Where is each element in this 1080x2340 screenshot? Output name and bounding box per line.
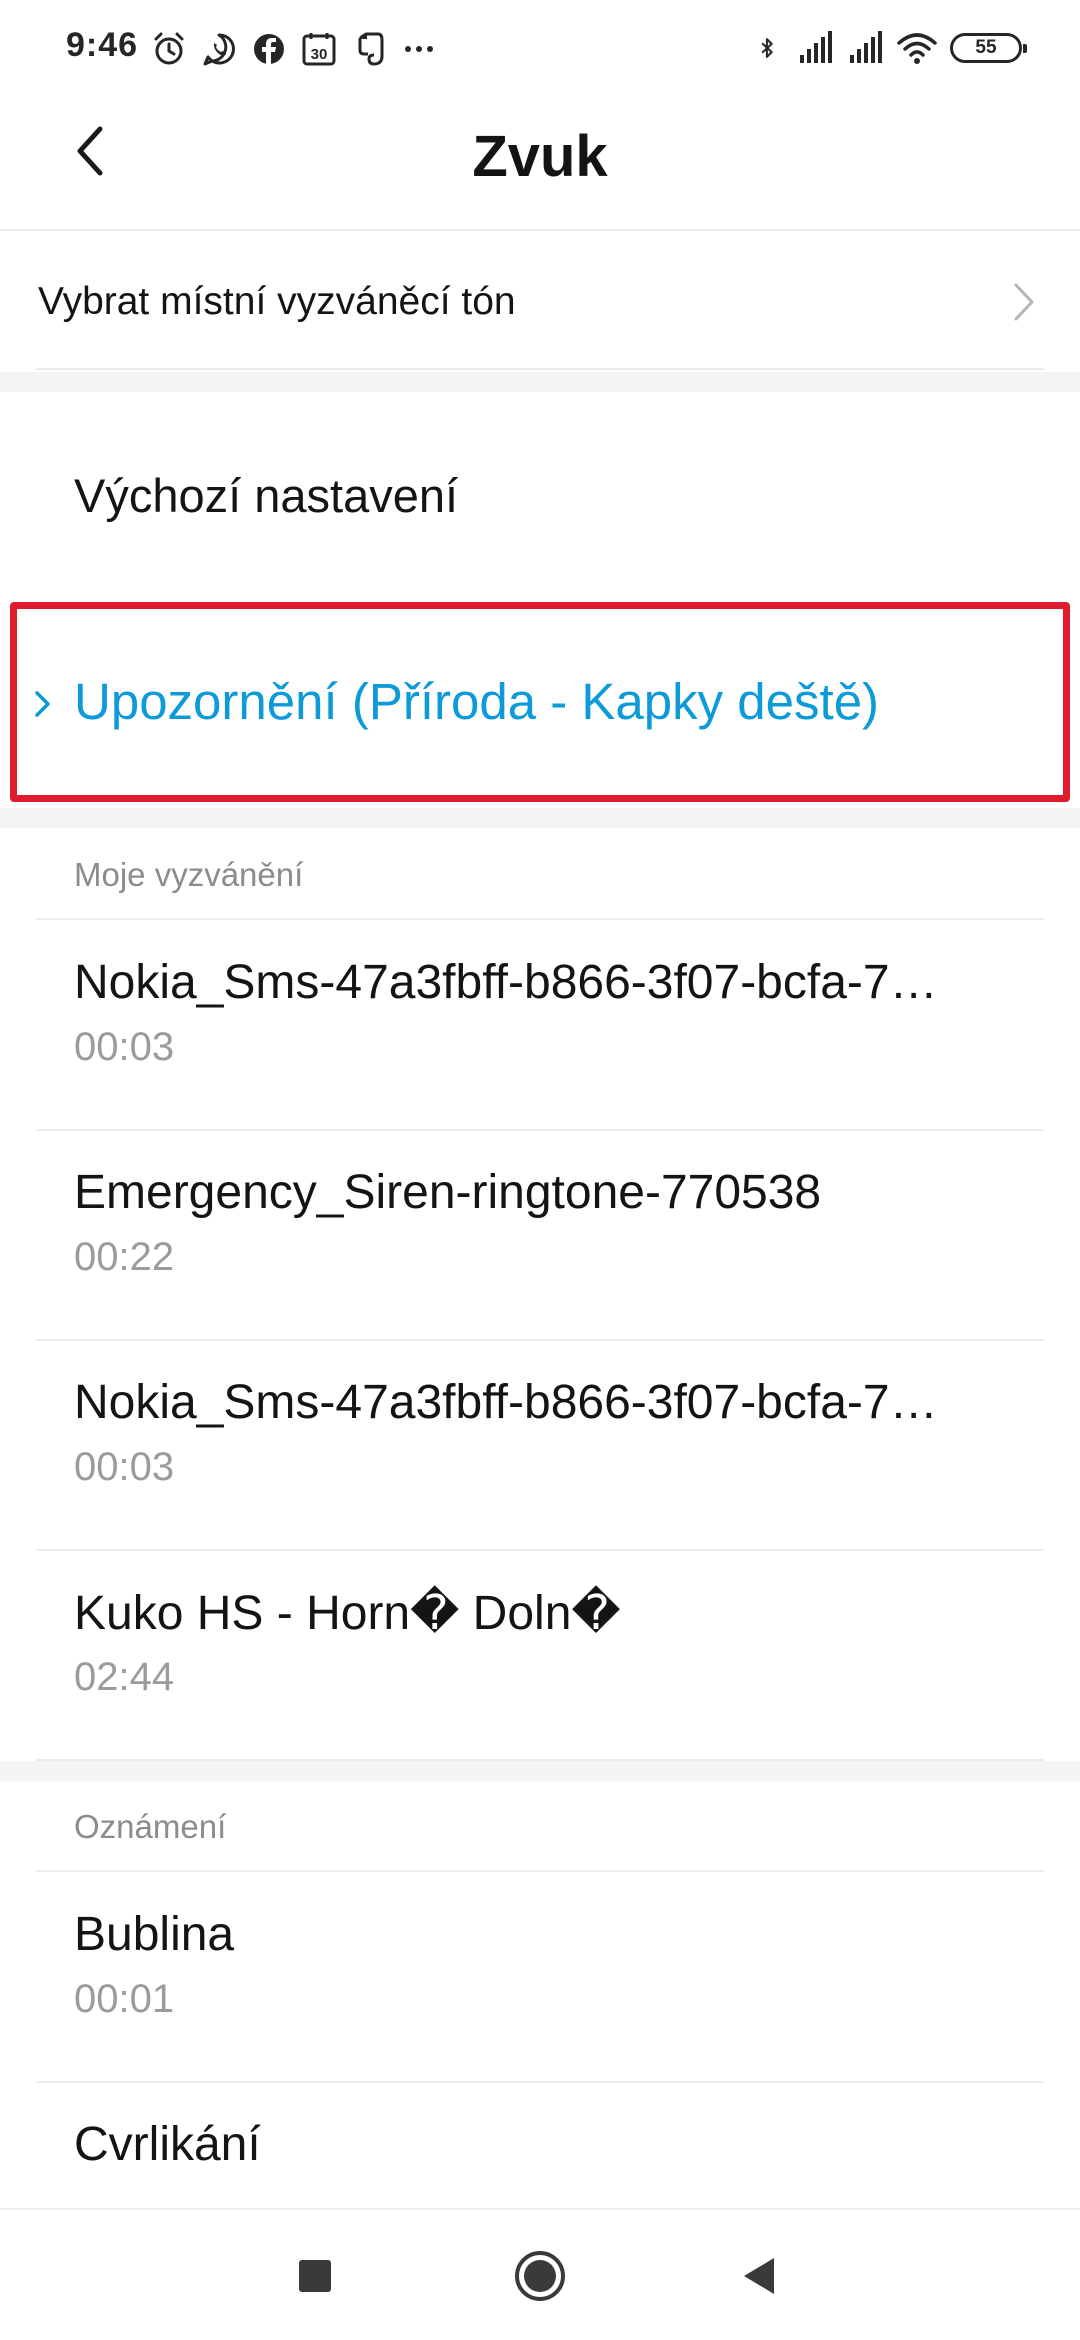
home-circle-icon: [515, 2251, 565, 2301]
calendar-icon: 30: [302, 33, 336, 66]
ringtone-name: Nokia_Sms-47a3fbff-b866-3f07-bcfa-7…: [74, 956, 938, 1009]
notification-sound-duration: 00:01: [74, 1977, 175, 2021]
evernote-icon: [358, 32, 384, 66]
ringtone-duration: 00:03: [74, 1445, 175, 1489]
page-title: Zvuk: [472, 124, 608, 189]
recents-button[interactable]: [275, 2236, 355, 2316]
highlight-frame: [10, 602, 1070, 802]
my-ringtones-header: Moje vyzvánění: [74, 856, 304, 893]
wifi-icon: [897, 33, 937, 64]
ringtone-item[interactable]: Emergency_Siren-ringtone-770538 00:22: [0, 1131, 1080, 1339]
chevron-right-icon: [1014, 283, 1034, 321]
signal-icon: [850, 31, 882, 63]
facebook-icon: [254, 34, 284, 64]
notifications-header: Oznámení: [74, 1808, 227, 1845]
nav-back-button[interactable]: [720, 2236, 800, 2316]
signal-icon: [800, 31, 832, 63]
app-header: Zvuk: [0, 95, 1080, 231]
divider: [36, 918, 1044, 920]
status-time: 9:46: [66, 26, 139, 64]
default-settings-title: Výchozí nastavení: [74, 469, 459, 522]
select-local-ringtone-row[interactable]: Vybrat místní vyzváněcí tón: [0, 233, 1080, 370]
status-bar: 9:46 30 55: [0, 0, 1080, 95]
section-gap: [0, 808, 1080, 828]
ringtone-name: Nokia_Sms-47a3fbff-b866-3f07-bcfa-7…: [74, 1376, 938, 1429]
home-button[interactable]: [500, 2236, 580, 2316]
calendar-day: 30: [311, 46, 328, 63]
ringtone-item[interactable]: Nokia_Sms-47a3fbff-b866-3f07-bcfa-7… 00:…: [0, 921, 1080, 1129]
ringtone-item[interactable]: Nokia_Sms-47a3fbff-b866-3f07-bcfa-7… 00:…: [0, 1341, 1080, 1549]
recents-square-icon: [299, 2260, 331, 2292]
bluetooth-icon: [761, 38, 773, 58]
battery-level: 55: [975, 37, 997, 58]
more-dots-icon: [405, 46, 433, 52]
ringtone-duration: 00:22: [74, 1235, 175, 1279]
ringtone-name: Kuko HS - Horn� Doln�: [74, 1587, 621, 1640]
divider: [36, 368, 1044, 370]
ringtone-name: Emergency_Siren-ringtone-770538: [74, 1166, 822, 1219]
divider: [36, 1870, 1044, 1872]
notification-sound-name: Bublina: [74, 1908, 235, 1961]
ringtone-duration: 02:44: [74, 1655, 175, 1699]
battery-icon: 55: [950, 33, 1027, 63]
section-gap: [0, 1761, 1080, 1781]
navigation-bar: [0, 2208, 1080, 2340]
select-local-ringtone-label: Vybrat místní vyzváněcí tón: [38, 280, 516, 323]
ringtone-duration: 00:03: [74, 1025, 175, 1069]
alarm-icon: [154, 32, 184, 65]
notification-sound-name: Cvrlikání: [74, 2118, 261, 2171]
notification-sound-item[interactable]: Cvrlikání: [0, 2083, 1080, 2208]
system-icons: 55: [758, 28, 1027, 68]
notification-sound-item[interactable]: Bublina 00:01: [0, 1873, 1080, 2081]
whatsapp-icon: [203, 33, 235, 66]
notification-icons: 30: [150, 30, 438, 68]
section-gap: [0, 372, 1080, 392]
ringtone-item[interactable]: Kuko HS - Horn� Doln� 02:44: [0, 1551, 1080, 1759]
back-triangle-icon: [744, 2258, 774, 2294]
